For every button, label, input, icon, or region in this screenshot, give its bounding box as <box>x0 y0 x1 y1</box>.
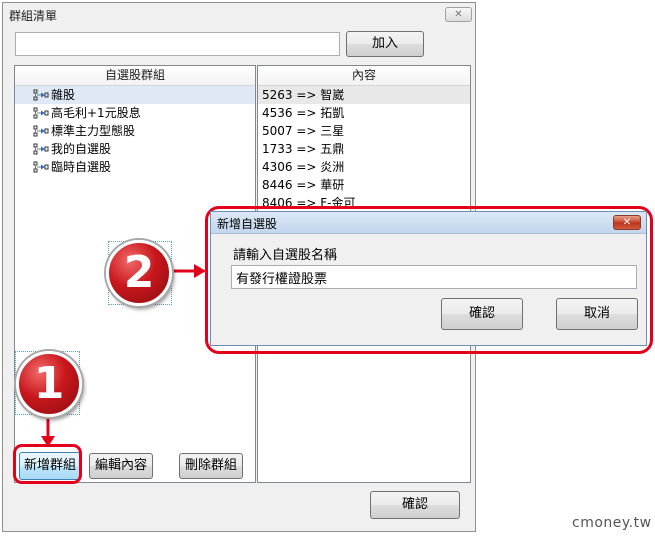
annotation-highlight-new-group <box>13 444 82 484</box>
group-name-input[interactable] <box>15 32 340 56</box>
content-item[interactable]: 5263 => 智崴 <box>258 86 470 104</box>
content-list-header: 內容 <box>258 66 470 86</box>
dialog-title: 新增自選股 <box>217 217 278 231</box>
content-item[interactable]: 1733 => 五鼎 <box>258 140 470 158</box>
add-button[interactable]: 加入 <box>346 31 424 57</box>
group-item[interactable]: 高毛利+1元股息 <box>15 104 255 122</box>
confirm-button[interactable]: 確認 <box>370 491 460 519</box>
watchlist-name-input[interactable] <box>231 265 637 289</box>
group-item-label: 雜股 <box>51 88 76 102</box>
tree-node-icon <box>33 125 49 137</box>
step-2-badge: 2 <box>106 240 172 306</box>
group-list-header: 自選股群組 <box>15 66 255 86</box>
dialog-close-button[interactable]: ✕ <box>613 215 641 230</box>
tree-node-icon <box>33 89 49 101</box>
dialog-confirm-button[interactable]: 確認 <box>441 298 523 330</box>
watermark: cmoney.tw <box>572 515 652 531</box>
content-item[interactable]: 8446 => 華研 <box>258 176 470 194</box>
dialog-prompt-label: 請輸入自選股名稱 <box>233 248 338 263</box>
content-list: 5263 => 智崴 4536 => 拓凱 5007 => 三星 1733 => 五鼎… <box>258 86 470 212</box>
close-icon: ✕ <box>454 9 463 20</box>
group-item[interactable]: 我的自選股 <box>15 140 255 158</box>
tree-node-icon <box>33 161 49 173</box>
step-1-badge: 1 <box>16 351 82 417</box>
add-watchlist-dialog: 新增自選股 ✕ 請輸入自選股名稱 確認 取消 <box>210 211 647 346</box>
tree-node-icon <box>33 107 49 119</box>
group-item-label: 臨時自選股 <box>51 160 112 174</box>
group-item-label: 高毛利+1元股息 <box>51 106 141 120</box>
group-item[interactable]: 雜股 <box>15 86 255 104</box>
group-list: 雜股高毛利+1元股息 標準主力型態股 我的自選股臨時自選股 <box>15 86 255 176</box>
tree-node-icon <box>33 143 49 155</box>
group-item[interactable]: 臨時自選股 <box>15 158 255 176</box>
window-title: 群組清單 <box>9 9 58 23</box>
window-close-button[interactable]: ✕ <box>445 7 472 22</box>
dialog-cancel-button[interactable]: 取消 <box>556 298 638 330</box>
content-item[interactable]: 5007 => 三星 <box>258 122 470 140</box>
edit-content-button[interactable]: 編輯內容 <box>89 453 153 479</box>
group-item-label: 我的自選股 <box>51 142 112 156</box>
close-icon: ✕ <box>622 217 632 228</box>
dialog-titlebar: 新增自選股 ✕ <box>211 212 646 234</box>
delete-group-button[interactable]: 刪除群組 <box>179 453 243 479</box>
group-item[interactable]: 標準主力型態股 <box>15 122 255 140</box>
content-item[interactable]: 4536 => 拓凱 <box>258 104 470 122</box>
content-item[interactable]: 4306 => 炎洲 <box>258 158 470 176</box>
group-item-label: 標準主力型態股 <box>51 124 136 138</box>
